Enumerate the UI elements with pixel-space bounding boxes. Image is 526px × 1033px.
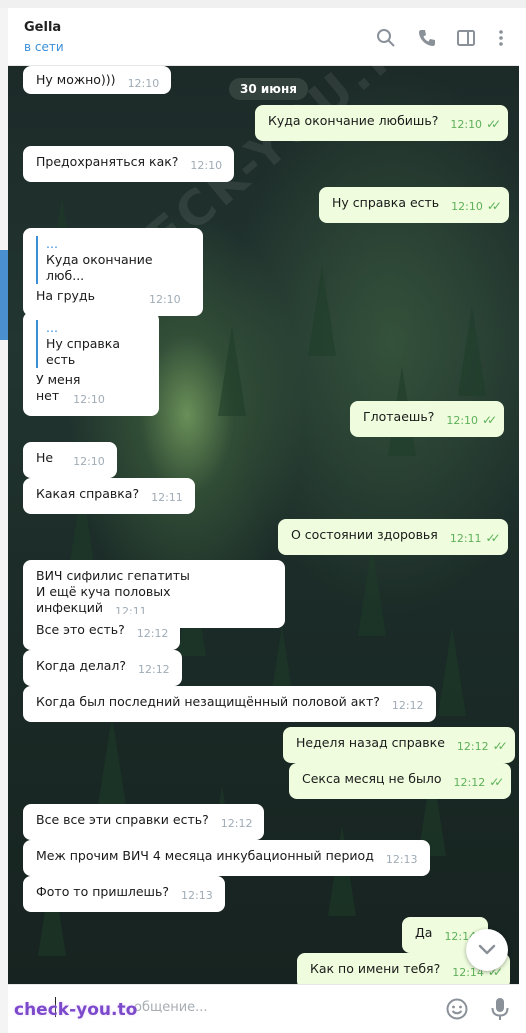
message-text: Глотаешь? <box>363 409 435 424</box>
chat-header: Gella в сети <box>8 8 519 66</box>
message-text: О состоянии здоровья <box>291 527 438 542</box>
message-in-reply[interactable]: ... Куда окончание люб... На грудь 12:10 <box>23 228 203 316</box>
microphone-icon[interactable] <box>489 996 511 1026</box>
reply-text: Куда окончание люб... <box>46 252 153 283</box>
message-in[interactable]: Когда был последний незащищённый половой… <box>23 686 436 722</box>
message-in[interactable]: Не 12:10 <box>23 442 117 478</box>
message-time: 12:10 <box>446 414 479 427</box>
message-time: 12:12 <box>220 817 253 830</box>
message-time: 12:10 <box>127 77 160 90</box>
message-out[interactable]: Глотаешь? 12:10 ✓✓ <box>350 401 505 437</box>
reply-sender: ... <box>46 236 58 251</box>
brand-watermark: check-you.to <box>14 1000 138 1020</box>
message-text: Да <box>415 925 433 940</box>
contact-status: в сети <box>24 40 64 54</box>
message-out[interactable]: Куда окончание любишь? 12:10 ✓✓ <box>255 105 509 141</box>
message-out[interactable]: Ну справка есть 12:10 ✓✓ <box>319 187 509 223</box>
date-separator: 30 июня <box>229 78 308 100</box>
double-check-icon: ✓✓ <box>492 739 508 753</box>
message-text: На грудь <box>36 288 95 303</box>
message-text: Все это есть? <box>36 622 125 637</box>
message-time: 12:10 <box>190 159 223 172</box>
message-text: Не <box>36 450 54 465</box>
phone-icon[interactable] <box>416 27 438 49</box>
scroll-down-button[interactable] <box>466 929 508 971</box>
double-check-icon: ✓✓ <box>482 413 497 427</box>
message-text: Секса месяц не было <box>302 771 442 786</box>
message-time: 12:12 <box>136 627 169 640</box>
double-check-icon: ✓✓ <box>486 199 502 213</box>
message-text: Когда делал? <box>36 658 126 673</box>
double-check-icon: ✓✓ <box>486 117 501 131</box>
message-time: 12:13 <box>181 889 213 902</box>
reply-sender: ... <box>46 320 58 335</box>
message-out[interactable]: Секса месяц не было 12:12 ✓✓ <box>289 763 512 799</box>
message-time: 12:10 <box>73 455 105 468</box>
window-top-edge <box>0 0 526 8</box>
double-check-icon: ✓✓ <box>489 775 504 789</box>
message-time: 12:12 <box>137 663 170 676</box>
message-time: 12:13 <box>385 853 418 866</box>
message-in[interactable]: Все это есть? 12:12 <box>23 614 181 650</box>
message-input[interactable]: общение... <box>134 1000 208 1015</box>
message-text-line: И ещё куча половых инфекций <box>36 584 171 615</box>
message-time: 12:11 <box>151 491 183 504</box>
left-window-edge <box>0 8 8 1033</box>
message-text: Фото то пришлешь? <box>36 884 170 899</box>
left-active-indicator <box>0 250 8 340</box>
emoji-icon[interactable] <box>445 997 469 1025</box>
message-time: 12:10 <box>450 118 483 131</box>
sidebar-toggle-icon[interactable] <box>455 27 477 49</box>
chevron-down-icon <box>477 941 497 963</box>
message-time: 12:11 <box>449 532 482 545</box>
message-text: Ну справка есть <box>332 195 440 210</box>
message-time: 12:10 <box>73 393 105 406</box>
message-text: Куда окончание любишь? <box>268 113 439 128</box>
message-text: Предохраняться как? <box>36 154 179 169</box>
more-vertical-icon[interactable] <box>490 27 512 49</box>
double-check-icon: ✓✓ <box>485 531 501 545</box>
message-text: Ну можно))) <box>36 72 116 87</box>
message-text: Меж прочим ВИЧ 4 месяца инкубационный пе… <box>36 848 374 863</box>
message-in[interactable]: Меж прочим ВИЧ 4 месяца инкубационный пе… <box>23 840 430 876</box>
message-time: 12:12 <box>456 740 489 753</box>
reply-text: Ну справка есть <box>46 336 120 367</box>
contact-name[interactable]: Gella <box>24 20 61 35</box>
message-in[interactable]: Ну можно))) 12:10 <box>23 66 172 94</box>
message-in[interactable]: Предохраняться как? 12:10 <box>23 146 235 182</box>
message-in[interactable]: Все все эти справки есть? 12:12 <box>23 804 265 840</box>
reply-quote[interactable]: ... Куда окончание люб... <box>36 236 191 284</box>
message-out[interactable]: О состоянии здоровья 12:11 ✓✓ <box>278 519 508 555</box>
search-icon[interactable] <box>375 27 397 49</box>
message-time: 12:12 <box>391 699 424 712</box>
message-in-reply[interactable]: ... Ну справка есть У меня нет 12:10 <box>23 312 159 416</box>
message-in[interactable]: Какая справка? 12:11 <box>23 478 195 514</box>
message-text: Когда был последний незащищённый половой… <box>36 694 380 709</box>
message-out[interactable]: Неделя назад справке 12:12 ✓✓ <box>283 727 515 763</box>
message-text-line: ВИЧ сифилис гепатиты <box>36 568 190 583</box>
message-time: 12:12 <box>453 776 486 789</box>
message-in[interactable]: Фото то пришлешь? 12:13 <box>23 876 225 912</box>
message-in[interactable]: Когда делал? 12:12 <box>23 650 182 686</box>
message-text: Какая справка? <box>36 486 140 501</box>
message-time: 12:10 <box>451 200 483 213</box>
message-time: 12:10 <box>148 293 181 306</box>
message-text: Все все эти справки есть? <box>36 812 209 827</box>
message-text: Неделя назад справке <box>296 735 445 750</box>
reply-quote[interactable]: ... Ну справка есть <box>36 320 147 368</box>
message-text: Как по имени тебя? <box>310 961 441 976</box>
